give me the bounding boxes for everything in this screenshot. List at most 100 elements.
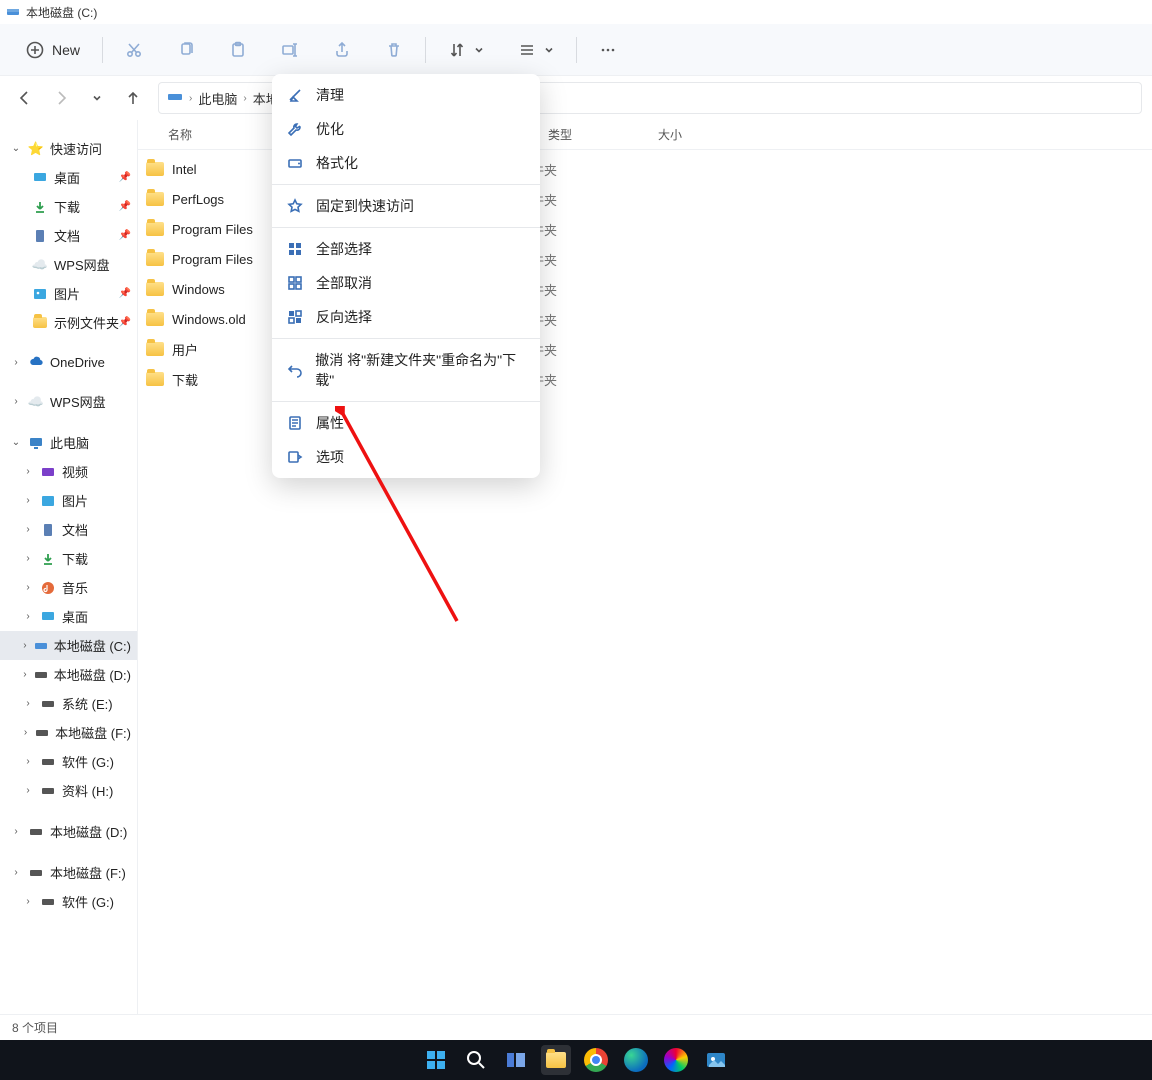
edge-app[interactable] (621, 1045, 651, 1075)
new-label: New (52, 42, 80, 58)
delete-button[interactable] (377, 36, 411, 64)
sidebar-wps2[interactable]: ›☁️WPS网盘 (0, 387, 137, 416)
context-menu: 清理 优化 格式化 固定到快速访问 全部选择 全部取消 反向选择 撤消 将"新建… (272, 74, 540, 478)
sidebar-desktop2[interactable]: ›桌面 (0, 602, 137, 631)
status-bar: 8 个项目 (0, 1014, 1152, 1040)
drive-icon (40, 696, 56, 712)
menu-clean[interactable]: 清理 (272, 78, 540, 112)
nav-bar: › 此电脑 › 本地磁 (0, 76, 1152, 120)
more-button[interactable] (591, 36, 625, 64)
cut-button[interactable] (117, 36, 151, 64)
menu-format[interactable]: 格式化 (272, 146, 540, 180)
taskbar[interactable] (0, 1040, 1152, 1080)
sidebar-pictures2[interactable]: ›图片 (0, 486, 137, 515)
drive-crumb-icon (167, 89, 183, 108)
menu-select-all[interactable]: 全部选择 (272, 232, 540, 266)
rename-button[interactable] (273, 36, 307, 64)
start-button[interactable] (421, 1045, 451, 1075)
sidebar-disk-d2[interactable]: ›本地磁盘 (D:) (0, 817, 137, 846)
desktop-icon (32, 170, 48, 186)
nav-sidebar[interactable]: ⌄⭐快速访问 桌面📌 下载📌 文档📌 ☁️WPS网盘 图片📌 示例文件夹📌 ›O… (0, 120, 138, 1014)
photos-app[interactable] (701, 1045, 731, 1075)
sidebar-sys-e[interactable]: ›系统 (E:) (0, 689, 137, 718)
menu-options[interactable]: 选项 (272, 440, 540, 474)
folder-icon (146, 372, 164, 386)
folder-icon (146, 192, 164, 206)
share-button[interactable] (325, 36, 359, 64)
sort-button[interactable] (440, 36, 492, 64)
separator (272, 184, 540, 185)
menu-undo[interactable]: 撤消 将"新建文件夹"重命名为"下载" (272, 343, 540, 397)
sidebar-quick-access[interactable]: ⌄⭐快速访问 (0, 134, 137, 163)
taskview-button[interactable] (501, 1045, 531, 1075)
pin-icon: 📌 (119, 317, 131, 328)
file-name: Program Files (172, 252, 253, 267)
sidebar-thispc[interactable]: ⌄此电脑 (0, 428, 137, 457)
file-name: 用户 (172, 340, 198, 359)
menu-deselect-all[interactable]: 全部取消 (272, 266, 540, 300)
menu-properties[interactable]: 属性 (272, 406, 540, 440)
folder-icon (546, 1052, 566, 1068)
menu-invert[interactable]: 反向选择 (272, 300, 540, 334)
cloud-icon (28, 354, 44, 370)
broom-icon (286, 86, 304, 104)
sidebar-wps[interactable]: ☁️WPS网盘 (0, 250, 137, 279)
picture-icon (32, 286, 48, 302)
sidebar-video[interactable]: ›视频 (0, 457, 137, 486)
document-icon (40, 522, 56, 538)
recent-dropdown[interactable] (86, 87, 108, 109)
sidebar-music[interactable]: ›音乐 (0, 573, 137, 602)
sidebar-disk-f2[interactable]: ›本地磁盘 (F:) (0, 858, 137, 887)
options-icon (286, 448, 304, 466)
back-button[interactable] (14, 87, 36, 109)
ellipsis-icon (599, 41, 617, 59)
sidebar-disk-f[interactable]: ›本地磁盘 (F:) (0, 718, 137, 747)
folder-icon (146, 252, 164, 266)
file-name: Program Files (172, 222, 253, 237)
menu-pin[interactable]: 固定到快速访问 (272, 189, 540, 223)
separator (576, 37, 577, 63)
cloud-icon: ☁️ (28, 394, 44, 410)
sidebar-downloads[interactable]: 下载📌 (0, 192, 137, 221)
properties-icon (286, 414, 304, 432)
paste-button[interactable] (221, 36, 255, 64)
sidebar-documents[interactable]: 文档📌 (0, 221, 137, 250)
paint-app[interactable] (661, 1045, 691, 1075)
item-count: 8 个项目 (12, 1019, 58, 1036)
up-button[interactable] (122, 87, 144, 109)
search-button[interactable] (461, 1045, 491, 1075)
sort-icon (448, 41, 466, 59)
sidebar-disk-d[interactable]: ›本地磁盘 (D:) (0, 660, 137, 689)
copy-button[interactable] (169, 36, 203, 64)
drive-icon (40, 754, 56, 770)
pin-icon: 📌 (119, 172, 131, 183)
sidebar-soft-g[interactable]: ›软件 (G:) (0, 747, 137, 776)
new-button[interactable]: New (18, 36, 88, 64)
star-outline-icon (286, 197, 304, 215)
sidebar-desktop[interactable]: 桌面📌 (0, 163, 137, 192)
wrench-icon (286, 120, 304, 138)
sidebar-pictures[interactable]: 图片📌 (0, 279, 137, 308)
view-button[interactable] (510, 36, 562, 64)
forward-button[interactable] (50, 87, 72, 109)
title-bar: 本地磁盘 (C:) (0, 0, 1152, 24)
sidebar-documents2[interactable]: ›文档 (0, 515, 137, 544)
drive-icon (28, 865, 44, 881)
sidebar-samples[interactable]: 示例文件夹📌 (0, 308, 137, 337)
sidebar-downloads2[interactable]: ›下载 (0, 544, 137, 573)
chrome-app[interactable] (581, 1045, 611, 1075)
sidebar-onedrive[interactable]: ›OneDrive (0, 349, 137, 375)
menu-optimize[interactable]: 优化 (272, 112, 540, 146)
col-size[interactable]: 大小 (628, 126, 708, 143)
chevron-right-icon: › (243, 93, 246, 104)
folder-icon (32, 315, 48, 331)
explorer-app[interactable] (541, 1045, 571, 1075)
deselect-icon (286, 274, 304, 292)
breadcrumb-thispc[interactable]: 此电脑 (198, 89, 237, 108)
sidebar-disk-c[interactable]: ›本地磁盘 (C:) (0, 631, 137, 660)
sidebar-data-h[interactable]: ›资料 (H:) (0, 776, 137, 805)
file-name: PerfLogs (172, 192, 224, 207)
music-icon (40, 580, 56, 596)
sidebar-soft-g2[interactable]: ›软件 (G:) (0, 887, 137, 916)
folder-icon (146, 312, 164, 326)
